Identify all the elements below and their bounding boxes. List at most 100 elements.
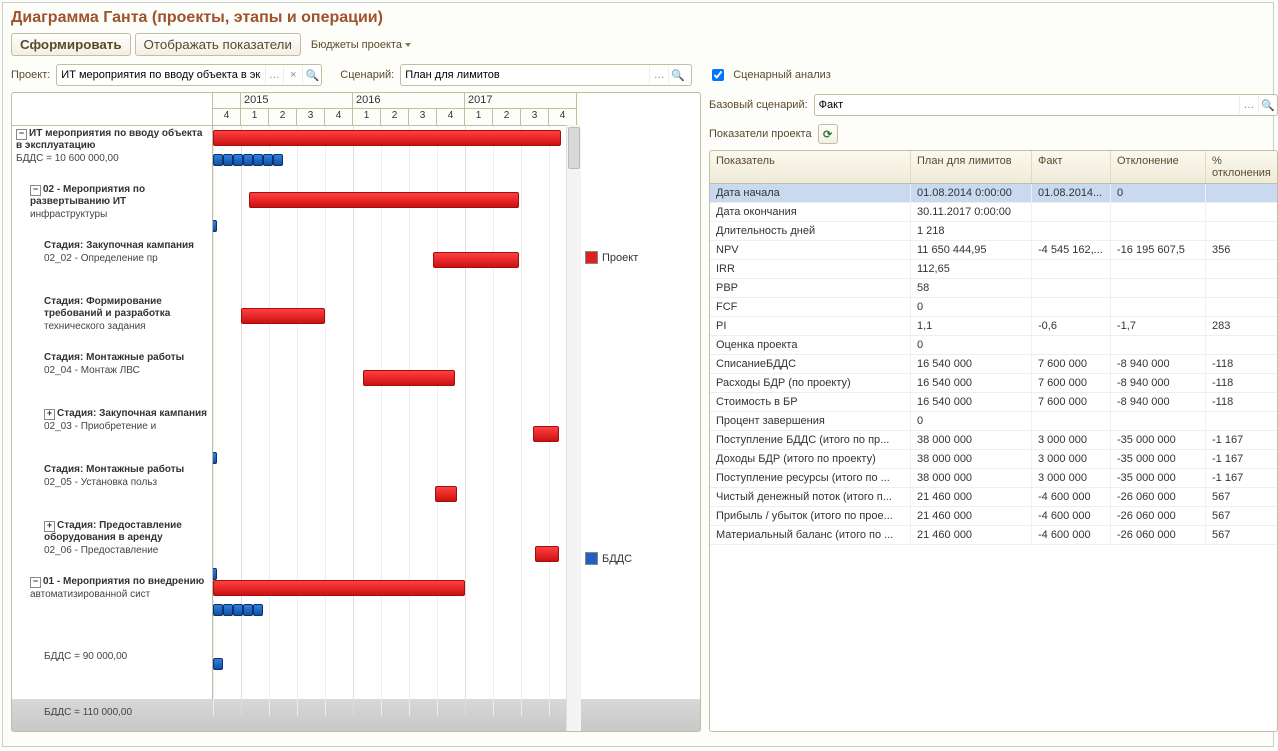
table-header[interactable]: Показатель	[710, 151, 911, 183]
gantt-chart[interactable]: −ИТ мероприятия по вводу объекта в экспл…	[11, 92, 701, 732]
project-label: Проект:	[11, 69, 50, 81]
table-row[interactable]: Материальный баланс (итого по ...21 460 …	[710, 526, 1277, 545]
gantt-bar[interactable]	[435, 486, 457, 502]
budgets-dropdown[interactable]: Бюджеты проекта	[305, 36, 417, 54]
gantt-bar[interactable]	[213, 130, 561, 146]
search-icon[interactable]: 🔍	[668, 66, 687, 84]
table-row[interactable]: PI1,1-0,6-1,7283	[710, 317, 1277, 336]
table-cell: -35 000 000	[1111, 469, 1206, 487]
table-cell: Процент завершения	[710, 412, 911, 430]
table-header[interactable]: Отклонение	[1111, 151, 1206, 183]
table-row[interactable]: Оценка проекта0	[710, 336, 1277, 355]
search-icon[interactable]: 🔍	[1258, 96, 1277, 114]
table-cell: -16 195 607,5	[1111, 241, 1206, 259]
table-row[interactable]: IRR112,65	[710, 260, 1277, 279]
clear-icon[interactable]: ×	[283, 66, 302, 84]
gantt-row-label[interactable]: Стадия: Закупочная кампания02_02 - Опред…	[12, 238, 212, 294]
scenario-analysis-checkbox[interactable]	[712, 69, 724, 81]
gantt-bdds-seg[interactable]	[213, 220, 217, 232]
gantt-bdds-seg[interactable]	[223, 604, 233, 616]
table-row[interactable]: Расходы БДР (по проекту)16 540 0007 600 …	[710, 374, 1277, 393]
gantt-row-label[interactable]: +Стадия: Предоставление оборудования в а…	[12, 518, 212, 574]
tree-toggle[interactable]: −	[30, 577, 41, 588]
ellipsis-icon[interactable]: …	[1239, 96, 1258, 114]
tree-toggle[interactable]: −	[30, 185, 41, 196]
table-row[interactable]: Стоимость в БР16 540 0007 600 000-8 940 …	[710, 393, 1277, 412]
gantt-bdds-seg[interactable]	[243, 604, 253, 616]
table-cell: Прибыль / убыток (итого по прое...	[710, 507, 911, 525]
ellipsis-icon[interactable]: …	[265, 66, 284, 84]
table-cell: -4 600 000	[1032, 526, 1111, 544]
table-cell: 3 000 000	[1032, 469, 1111, 487]
gantt-bar[interactable]	[535, 546, 559, 562]
gantt-bar[interactable]	[213, 580, 465, 596]
gantt-bdds-seg[interactable]	[233, 604, 243, 616]
project-input[interactable]	[57, 67, 264, 83]
gantt-row-label[interactable]: Стадия: Монтажные работы02_05 - Установк…	[12, 462, 212, 518]
base-scenario-field[interactable]: … 🔍	[814, 94, 1278, 116]
gantt-bdds-seg[interactable]	[213, 658, 223, 670]
table-header[interactable]: % отклонения	[1206, 151, 1277, 183]
table-row[interactable]: СписаниеБДДС16 540 0007 600 000-8 940 00…	[710, 355, 1277, 374]
gantt-bar[interactable]	[433, 252, 519, 268]
table-row[interactable]: PBP58	[710, 279, 1277, 298]
table-cell: 1,1	[911, 317, 1032, 335]
scenario-label: Сценарий:	[340, 69, 394, 81]
gantt-row-label[interactable]: +Стадия: Закупочная кампания02_03 - Прио…	[12, 406, 212, 462]
scenario-input[interactable]	[401, 67, 649, 83]
table-row[interactable]: Дата начала01.08.2014 0:00:0001.08.2014.…	[710, 184, 1277, 203]
gantt-bdds-seg[interactable]	[253, 154, 263, 166]
ellipsis-icon[interactable]: …	[649, 66, 668, 84]
table-cell: -1 167	[1206, 450, 1277, 468]
table-cell: PI	[710, 317, 911, 335]
table-row[interactable]: Длительность дней1 218	[710, 222, 1277, 241]
gantt-bdds-seg[interactable]	[273, 154, 283, 166]
vertical-scrollbar[interactable]	[566, 125, 581, 731]
gantt-row-label[interactable]: −01 - Мероприятия по внедрениюавтоматизи…	[12, 574, 212, 630]
table-header[interactable]: Факт	[1032, 151, 1111, 183]
gantt-bar[interactable]	[249, 192, 519, 208]
gantt-row-label[interactable]: −02 - Мероприятия по развертыванию ИТинф…	[12, 182, 212, 238]
gantt-row-label[interactable]: Стадия: Монтажные работы02_04 - Монтаж Л…	[12, 350, 212, 406]
table-row[interactable]: Доходы БДР (итого по проекту)38 000 0003…	[710, 450, 1277, 469]
table-row[interactable]: Прибыль / убыток (итого по прое...21 460…	[710, 507, 1277, 526]
table-row[interactable]: FCF0	[710, 298, 1277, 317]
indicators-table[interactable]: ПоказательПлан для лимитовФактОтклонение…	[709, 150, 1278, 732]
tree-toggle[interactable]: −	[16, 129, 27, 140]
gantt-row-label[interactable]: БДДС = 90 000,00	[12, 630, 212, 686]
base-scenario-input[interactable]	[815, 97, 1239, 113]
table-cell: 0	[911, 336, 1032, 354]
tree-toggle[interactable]: +	[44, 521, 55, 532]
table-cell: 16 540 000	[911, 374, 1032, 392]
gantt-bar[interactable]	[533, 426, 559, 442]
refresh-button[interactable]: ⟳	[818, 124, 838, 144]
table-row[interactable]: Процент завершения0	[710, 412, 1277, 431]
gantt-bdds-seg[interactable]	[213, 154, 223, 166]
table-cell: 283	[1206, 317, 1277, 335]
legend-swatch-bdds	[585, 552, 598, 565]
gantt-bdds-seg[interactable]	[223, 154, 233, 166]
table-header[interactable]: План для лимитов	[911, 151, 1032, 183]
tree-toggle[interactable]: +	[44, 409, 55, 420]
toggle-indicators-button[interactable]: Отображать показатели	[135, 33, 301, 56]
gantt-row-label[interactable]: −ИТ мероприятия по вводу объекта в экспл…	[12, 126, 212, 182]
table-row[interactable]: Дата окончания30.11.2017 0:00:00	[710, 203, 1277, 222]
scenario-field[interactable]: … 🔍	[400, 64, 692, 86]
gantt-bar[interactable]	[363, 370, 455, 386]
project-field[interactable]: … × 🔍	[56, 64, 322, 86]
toolbar: Сформировать Отображать показатели Бюдже…	[3, 31, 1273, 62]
table-row[interactable]: Чистый денежный поток (итого п...21 460 …	[710, 488, 1277, 507]
gantt-bdds-seg[interactable]	[263, 154, 273, 166]
generate-button[interactable]: Сформировать	[11, 33, 131, 56]
search-icon[interactable]: 🔍	[302, 66, 321, 84]
gantt-bar[interactable]	[241, 308, 325, 324]
table-row[interactable]: NPV11 650 444,95-4 545 162,...-16 195 60…	[710, 241, 1277, 260]
gantt-bdds-seg[interactable]	[243, 154, 253, 166]
gantt-bdds-seg[interactable]	[213, 604, 223, 616]
gantt-bdds-seg[interactable]	[233, 154, 243, 166]
table-row[interactable]: Поступление БДДС (итого по пр...38 000 0…	[710, 431, 1277, 450]
table-row[interactable]: Поступление ресурсы (итого по ...38 000 …	[710, 469, 1277, 488]
gantt-bdds-seg[interactable]	[253, 604, 263, 616]
table-cell	[1032, 203, 1111, 221]
gantt-row-label[interactable]: Стадия: Формирование требований и разраб…	[12, 294, 212, 350]
